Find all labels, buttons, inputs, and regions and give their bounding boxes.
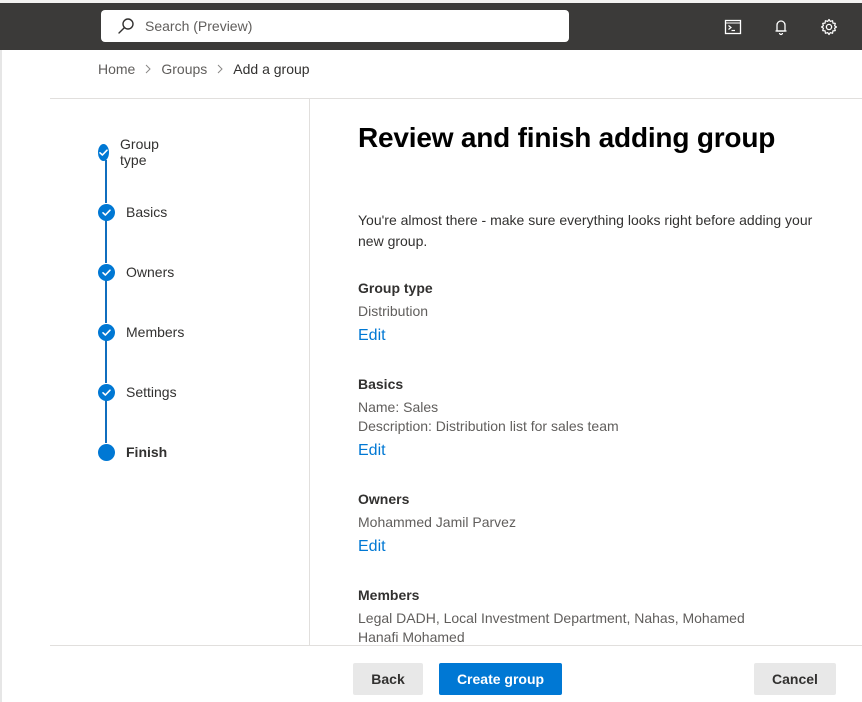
cloud-shell-button[interactable] [720, 14, 746, 40]
section-value: Distribution [358, 303, 429, 319]
wizard-step-members[interactable]: Members [98, 323, 184, 341]
section-value: Name: Sales [358, 399, 439, 415]
section-members: Members Legal DADH, Local Investment Dep… [358, 585, 758, 647]
section-group-type: Group type Distribution Edit [358, 278, 828, 345]
step-connector [105, 160, 107, 203]
wizard-step-finish[interactable]: Finish [98, 443, 167, 461]
section-heading: Basics [358, 376, 404, 392]
chevron-right-icon [144, 64, 152, 74]
section-basics: Basics Name: Sales Description: Distribu… [358, 374, 828, 460]
checkmark-circle-icon [98, 263, 115, 281]
search-input[interactable]: Search (Preview) [101, 10, 569, 42]
current-step-dot-icon [98, 443, 115, 461]
notifications-button[interactable] [768, 14, 794, 40]
step-label: Basics [126, 204, 168, 220]
step-label: Settings [126, 384, 177, 400]
settings-gear-icon [820, 18, 838, 36]
step-label: Group type [120, 136, 159, 168]
section-value: Mohammed Jamil Parvez [358, 514, 516, 530]
settings-button[interactable] [816, 14, 842, 40]
step-connector [105, 340, 107, 383]
page-title: Review and finish adding group [358, 122, 776, 153]
chevron-right-icon [216, 64, 224, 74]
cloud-shell-icon [724, 19, 742, 35]
wizard-step-basics[interactable]: Basics [98, 203, 167, 221]
breadcrumb-home[interactable]: Home [98, 61, 135, 77]
checkmark-circle-icon [98, 203, 115, 221]
edit-group-type-link[interactable]: Edit [358, 327, 386, 345]
divider-vertical [309, 99, 310, 645]
cancel-button[interactable]: Cancel [754, 663, 836, 695]
wizard-step-group-type[interactable]: Group type [98, 136, 165, 168]
section-value: Legal DADH, Local Investment Department,… [358, 610, 745, 645]
create-group-button[interactable]: Create group [439, 663, 562, 695]
divider-top [50, 98, 862, 99]
checkmark-circle-icon [98, 383, 115, 401]
step-label: Members [126, 324, 185, 340]
section-heading: Owners [358, 491, 410, 507]
section-heading: Group type [358, 280, 433, 296]
step-connector [105, 400, 107, 443]
edit-owners-link[interactable]: Edit [358, 538, 386, 556]
search-icon [118, 18, 134, 34]
search-placeholder: Search (Preview) [145, 18, 253, 34]
intro-text: You're almost there - make sure everythi… [358, 212, 813, 249]
breadcrumb: Home Groups Add a group [98, 61, 310, 77]
section-heading: Members [358, 587, 420, 603]
notifications-bell-icon [775, 20, 787, 36]
checkmark-circle-icon [98, 323, 115, 341]
back-button[interactable]: Back [353, 663, 423, 695]
step-connector [105, 220, 107, 263]
step-connector [105, 280, 107, 323]
wizard-step-owners[interactable]: Owners [98, 263, 174, 281]
breadcrumb-add-group: Add a group [233, 61, 310, 77]
breadcrumb-groups[interactable]: Groups [161, 61, 207, 77]
step-label: Finish [126, 444, 168, 460]
left-edge-strip [0, 50, 2, 702]
edit-basics-link[interactable]: Edit [358, 442, 386, 460]
wizard-step-settings[interactable]: Settings [98, 383, 177, 401]
checkmark-circle-icon [98, 143, 110, 161]
top-bar: Search (Preview) [0, 0, 862, 50]
step-label: Owners [126, 264, 175, 280]
section-owners: Owners Mohammed Jamil Parvez Edit [358, 489, 828, 556]
section-value: Description: Distribution list for sales… [358, 418, 619, 434]
